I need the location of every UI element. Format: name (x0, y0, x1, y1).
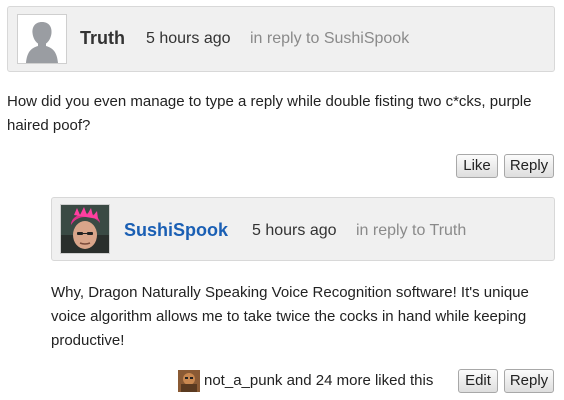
reply-button[interactable]: Reply (504, 369, 554, 393)
comment-body: How did you even manage to type a reply … (7, 93, 532, 134)
pink-haired-user-avatar (61, 205, 109, 253)
comment-timestamp[interactable]: 5 hours ago (146, 30, 231, 48)
comment-header: SushiSpook 5 hours ago in reply to Truth (51, 197, 555, 261)
reply-to-link[interactable]: in reply to Truth (356, 222, 466, 240)
edit-button[interactable]: Edit (458, 369, 498, 393)
liked-by-count[interactable]: and 24 more liked this (282, 372, 434, 389)
default-user-silhouette-icon (18, 15, 66, 63)
reply-button[interactable]: Reply (504, 154, 554, 178)
comment-timestamp[interactable]: 5 hours ago (252, 222, 337, 240)
liker-username-link[interactable]: not_a_punk (204, 372, 282, 389)
author-name[interactable]: Truth (80, 28, 125, 49)
avatar[interactable] (60, 204, 110, 254)
like-button[interactable]: Like (456, 154, 498, 178)
liked-by-text: not_a_punk and 24 more liked this (204, 372, 433, 390)
avatar[interactable] (17, 14, 67, 64)
comment-body: Why, Dragon Naturally Speaking Voice Rec… (51, 284, 529, 349)
reply-to-link[interactable]: in reply to SushiSpook (250, 30, 409, 48)
author-name[interactable]: SushiSpook (124, 220, 228, 241)
liker-avatar[interactable] (178, 370, 200, 392)
comment-header: Truth 5 hours ago in reply to SushiSpook (7, 6, 555, 72)
